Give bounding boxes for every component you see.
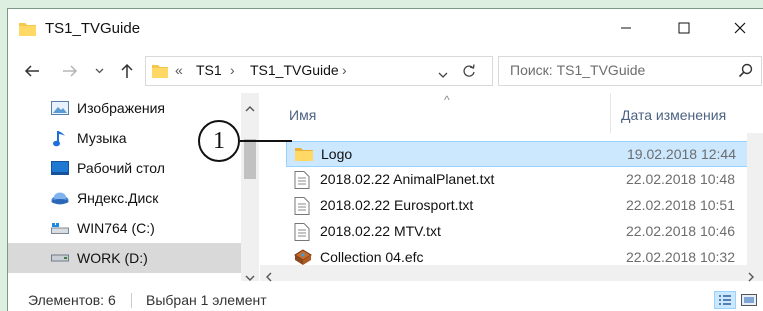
file-date: 22.02.2018 10:48 (626, 171, 735, 187)
nav-item-label: WORK (D:) (77, 250, 148, 266)
horizontal-scrollbar[interactable] (260, 265, 763, 282)
file-name: 2018.02.22 AnimalPlanet.txt (320, 171, 495, 187)
maximize-icon (678, 22, 690, 34)
scrollbar-thumb[interactable] (244, 139, 256, 179)
file-list: ^ Имя Дата изменения Logo 19.02.2018 12:… (260, 93, 763, 281)
nav-item-label: Рабочий стол (77, 160, 165, 176)
nav-item-label: WIN764 (C:) (77, 220, 155, 236)
large-icons-view-button[interactable] (738, 291, 760, 309)
text-file-icon (294, 223, 312, 241)
status-divider (131, 293, 132, 308)
file-date: 22.02.2018 10:46 (626, 223, 735, 239)
file-row-eurosport[interactable]: 2018.02.22 Eurosport.txt 22.02.2018 10:5… (286, 193, 762, 219)
details-view-icon (719, 295, 731, 305)
pictures-icon (50, 99, 70, 117)
file-name: 2018.02.22 MTV.txt (320, 223, 441, 239)
file-row-mtv[interactable]: 2018.02.22 MTV.txt 22.02.2018 10:46 (286, 219, 762, 245)
cloud-disk-icon (50, 189, 70, 207)
close-icon (734, 22, 746, 34)
status-bar: Элементов: 6 Выбран 1 элемент (8, 289, 763, 311)
scroll-down-icon[interactable] (245, 269, 255, 285)
window-title: TS1_TVGuide (45, 20, 141, 37)
address-overflow[interactable]: « (175, 62, 183, 78)
up-button[interactable] (116, 59, 138, 83)
minimize-button[interactable] (598, 9, 654, 47)
breadcrumb-separator[interactable]: › (342, 62, 347, 78)
file-date: 22.02.2018 10:51 (626, 197, 735, 213)
breadcrumb-ts1-tvguide[interactable]: TS1_TVGuide (250, 62, 339, 78)
minimize-icon (621, 27, 631, 29)
callout-pointer-line (240, 140, 292, 142)
text-file-icon (294, 197, 312, 215)
nav-item-pictures[interactable]: Изображения (8, 93, 241, 123)
column-header-label: Дата изменения (621, 107, 727, 123)
file-date: 19.02.2018 12:44 (627, 146, 736, 162)
column-header-label: Имя (289, 107, 317, 123)
nav-item-drive-c[interactable]: WIN764 (C:) (8, 213, 241, 243)
title-bar[interactable]: TS1_TVGuide (8, 9, 763, 49)
file-date: 22.02.2018 10:32 (626, 249, 735, 265)
file-row-animalplanet[interactable]: 2018.02.22 AnimalPlanet.txt 22.02.2018 1… (286, 167, 762, 193)
close-button[interactable] (712, 9, 763, 47)
address-dropdown-button[interactable] (438, 66, 448, 82)
details-view-button[interactable] (714, 291, 736, 309)
back-button[interactable] (20, 59, 44, 83)
navigation-pane: Изображения Музыка Рабочий стол Яндекс.Д… (8, 93, 241, 281)
selection-count: Выбран 1 элемент (146, 292, 267, 308)
large-icons-view-icon (741, 294, 757, 306)
file-name: Logo (321, 146, 353, 162)
nav-item-yandex-disk[interactable]: Яндекс.Диск (8, 183, 241, 213)
scroll-left-icon[interactable] (265, 269, 272, 285)
drive-icon (50, 219, 70, 237)
nav-item-label: Яндекс.Диск (77, 190, 159, 206)
drive-icon (50, 249, 70, 267)
column-header-date[interactable]: Дата изменения (610, 93, 751, 133)
file-list-scrollbar[interactable] (747, 133, 763, 265)
item-count: Элементов: 6 (28, 292, 116, 308)
forward-button[interactable] (58, 59, 82, 83)
music-icon (50, 129, 70, 147)
file-name: 2018.02.22 Eurosport.txt (320, 197, 474, 213)
search-placeholder: Поиск: TS1_TVGuide (510, 62, 646, 78)
chevron-down-icon (438, 72, 448, 78)
folder-icon (152, 63, 168, 78)
text-file-icon (294, 171, 312, 189)
refresh-icon (463, 64, 475, 77)
nav-item-label: Изображения (77, 100, 165, 116)
file-name: Collection 04.efc (320, 249, 424, 265)
nav-item-label: Музыка (77, 130, 127, 146)
maximize-button[interactable] (656, 9, 712, 47)
nav-item-drive-d[interactable]: WORK (D:) (8, 243, 241, 273)
column-header-name[interactable]: Имя (289, 93, 589, 133)
navigation-pane-scrollbar[interactable] (241, 93, 259, 281)
scroll-up-icon[interactable] (245, 99, 255, 115)
refresh-button[interactable] (462, 63, 476, 81)
explorer-window: TS1_TVGuide « TS1 › TS1_TVGuide › Поиск:… (7, 8, 763, 311)
callout-marker: 1 (198, 120, 240, 162)
up-arrow-icon (121, 63, 133, 78)
address-bar[interactable]: « TS1 › TS1_TVGuide › (145, 56, 493, 86)
callout-number: 1 (213, 127, 225, 154)
forward-arrow-icon (63, 65, 78, 77)
recent-locations-button[interactable] (92, 59, 106, 83)
desktop-icon (50, 159, 70, 177)
back-arrow-icon (24, 65, 39, 77)
search-icon[interactable] (738, 63, 753, 81)
chevron-down-icon (95, 68, 103, 74)
breadcrumb-separator[interactable]: › (230, 62, 235, 78)
search-box[interactable]: Поиск: TS1_TVGuide (498, 56, 762, 86)
folder-icon (19, 21, 36, 36)
folder-icon (295, 146, 313, 164)
breadcrumb-ts1[interactable]: TS1 (196, 62, 222, 78)
navigation-bar: « TS1 › TS1_TVGuide › Поиск: TS1_TVGuide (8, 53, 763, 89)
scroll-right-icon[interactable] (748, 269, 755, 285)
file-row-logo[interactable]: Logo 19.02.2018 12:44 (286, 141, 762, 167)
